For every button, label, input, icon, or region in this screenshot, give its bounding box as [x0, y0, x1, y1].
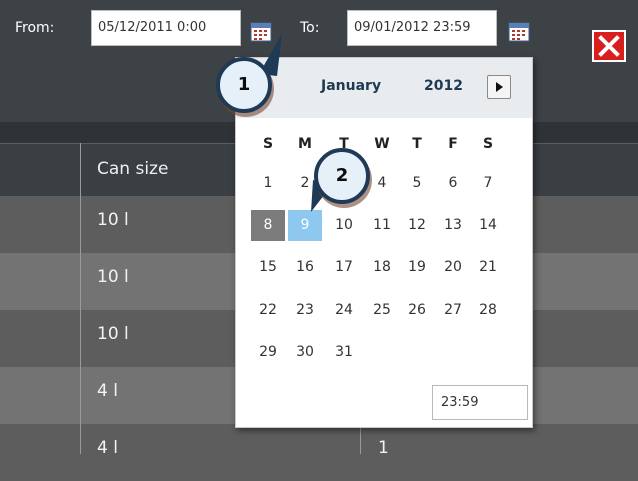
weekday-header: M	[298, 136, 312, 152]
calendar-day[interactable]: 4	[365, 168, 399, 199]
calendar-day-selected[interactable]: 8	[251, 210, 285, 241]
calendar-day[interactable]: 29	[251, 337, 285, 368]
cell-can-size: 10 l	[97, 267, 129, 287]
close-icon	[598, 35, 620, 57]
calendar-day[interactable]: 14	[471, 210, 505, 241]
calendar-day[interactable]: 13	[436, 210, 470, 241]
weekday-header: S	[482, 136, 494, 152]
calendar-day[interactable]: 5	[400, 168, 434, 199]
weekday-header: T	[412, 136, 422, 152]
calendar-day[interactable]: 18	[365, 252, 399, 283]
calendar-day[interactable]: 27	[436, 295, 470, 326]
calendar-day[interactable]: 26	[400, 295, 434, 326]
weekday-header: S	[262, 136, 274, 152]
calendar-day[interactable]: 21	[471, 252, 505, 283]
calendar-day[interactable]: 1	[251, 168, 285, 199]
calendar-day[interactable]: 19	[400, 252, 434, 283]
calendar-year: 2012	[424, 78, 463, 94]
cell-can-size: 10 l	[97, 210, 129, 230]
date-picker-popup: January 2012 S M T W T F S 1 2 3 4 5 6 7…	[235, 57, 533, 428]
calendar-day[interactable]: 24	[327, 295, 361, 326]
calendar-day[interactable]: 25	[365, 295, 399, 326]
calendar-day[interactable]: 22	[251, 295, 285, 326]
calendar-day[interactable]: 31	[327, 337, 361, 368]
to-date-input[interactable]: 09/01/2012 23:59	[347, 10, 497, 46]
calendar-day[interactable]: 6	[436, 168, 470, 199]
calendar-day[interactable]: 17	[327, 252, 361, 283]
weekday-header: F	[448, 136, 458, 152]
cell-can-size: 4 l	[97, 381, 118, 401]
to-label: To:	[300, 20, 320, 36]
weekday-header: W	[374, 136, 390, 152]
callout-badge-2: 2	[314, 148, 370, 204]
next-month-button[interactable]	[487, 75, 511, 99]
from-date-input[interactable]: 05/12/2011 0:00	[91, 10, 241, 46]
calendar-day[interactable]: 7	[471, 168, 505, 199]
calendar-day[interactable]: 28	[471, 295, 505, 326]
calendar-day[interactable]: 11	[365, 210, 399, 241]
close-button[interactable]	[592, 30, 626, 62]
calendar-day[interactable]: 16	[288, 252, 322, 283]
callout-badge-1: 1	[216, 57, 272, 113]
from-label: From:	[15, 20, 55, 36]
table-row[interactable]: 4 l 1	[0, 424, 638, 481]
time-input[interactable]: 23:59	[432, 385, 528, 420]
calendar-day[interactable]: 12	[400, 210, 434, 241]
calendar-day[interactable]: 15	[251, 252, 285, 283]
calendar-month: January	[321, 78, 382, 94]
calendar-day[interactable]: 20	[436, 252, 470, 283]
column-divider	[80, 143, 81, 454]
next-month-icon	[496, 82, 503, 92]
calendar-day[interactable]: 30	[288, 337, 322, 368]
column-header-can-size[interactable]: Can size	[97, 159, 168, 179]
calendar-day[interactable]: 23	[288, 295, 322, 326]
to-calendar-icon[interactable]	[508, 22, 530, 42]
cell-value: 1	[378, 438, 389, 458]
cell-can-size: 10 l	[97, 324, 129, 344]
cell-can-size: 4 l	[97, 438, 118, 458]
